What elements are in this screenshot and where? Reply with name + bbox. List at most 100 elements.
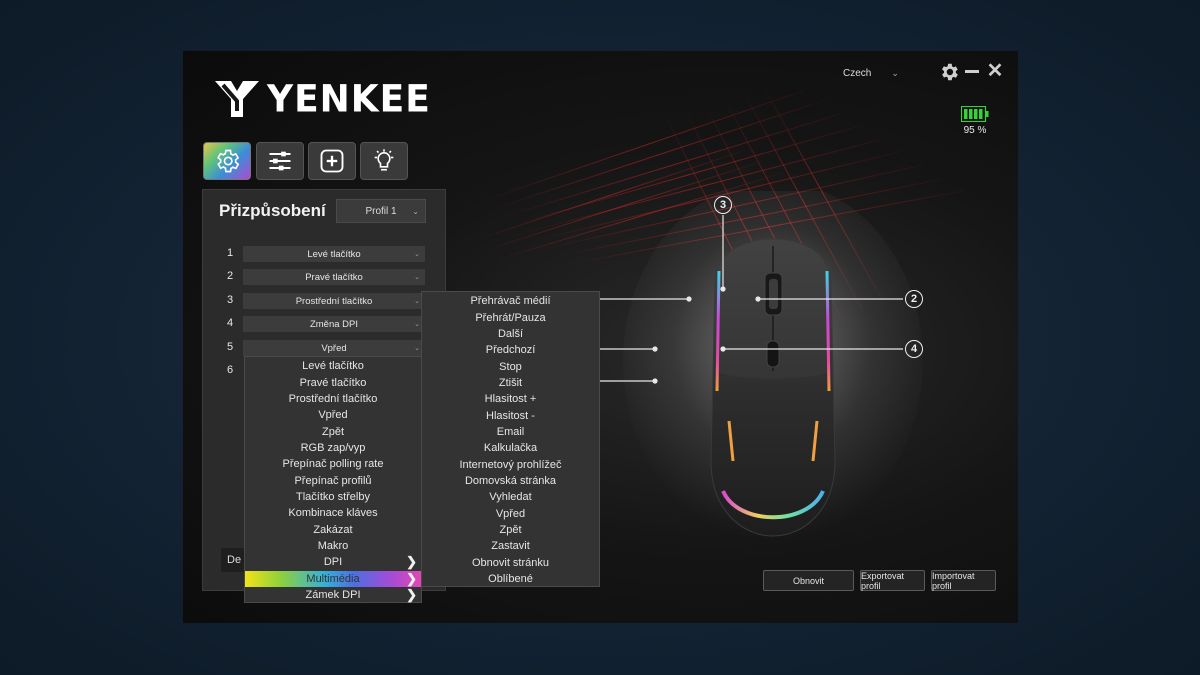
submenu-item[interactable]: Oblíbené <box>422 571 599 587</box>
menu-item-label: Vpřed <box>318 409 348 422</box>
menu-item[interactable]: Multimédia ❯ <box>245 570 421 587</box>
chevron-down-icon: ⌄ <box>891 67 899 78</box>
button-row-1: 1 Levé tlačítko ⌄ <box>203 246 447 262</box>
menu-item[interactable]: Kombinace kláves <box>245 505 421 521</box>
menu-item-label: Zpět <box>321 425 344 438</box>
mouse-image <box>623 191 923 541</box>
menu-item-label: Kombinace kláves <box>288 507 378 520</box>
menu-item-label: Přepínač polling rate <box>282 458 384 471</box>
sliders-icon <box>269 151 291 171</box>
submenu-item[interactable]: Hlasitost - <box>422 407 599 423</box>
submenu-item[interactable]: Hlasitost + <box>422 391 599 407</box>
minimize-icon[interactable] <box>965 70 979 73</box>
button-number: 3 <box>227 294 234 306</box>
menu-item-label: Makro <box>317 540 349 553</box>
submenu-item[interactable]: Ztišit <box>422 375 599 391</box>
button-assign-value: Vpřed <box>321 342 347 354</box>
brand-logo: YENKEE <box>213 77 431 121</box>
submenu-item[interactable]: Zastavit <box>422 538 599 554</box>
chevron-right-icon: ❯ <box>406 570 417 586</box>
function-menu: Levé tlačítko Pravé tlačítko Prostřední tl… <box>244 356 422 603</box>
chevron-down-icon: ⌄ <box>414 298 420 305</box>
chevron-down-icon: ⌄ <box>414 345 420 352</box>
button-assign-select[interactable]: Levé tlačítko ⌄ <box>243 246 425 262</box>
menu-item[interactable]: Přepínač polling rate <box>245 456 421 472</box>
battery-percent: 95 % <box>963 125 987 136</box>
export-profile-button[interactable]: Exportovat profil <box>860 570 925 591</box>
button-number: 4 <box>227 317 234 329</box>
button-assign-select[interactable]: Prostřední tlačítko ⌄ <box>243 293 425 309</box>
tab-macro[interactable] <box>308 142 356 180</box>
chevron-down-icon: ⌄ <box>414 251 420 258</box>
menu-item-label: RGB zap/vyp <box>300 441 366 454</box>
menu-item[interactable]: Prostřední tlačítko <box>245 391 421 407</box>
button-number: 5 <box>227 341 234 353</box>
menu-item[interactable]: RGB zap/vyp <box>245 440 421 456</box>
menu-item[interactable]: Levé tlačítko <box>245 358 421 374</box>
button-assign-value: Levé tlačítko <box>307 248 361 260</box>
submenu-item[interactable]: Předchozí <box>422 342 599 358</box>
button-assign-value: Změna DPI <box>309 318 359 330</box>
import-profile-button[interactable]: Importovat profil <box>931 570 996 591</box>
menu-item-label: DPI <box>323 556 343 569</box>
menu-item[interactable]: Makro <box>245 538 421 554</box>
button-number: 1 <box>227 247 234 259</box>
submenu-item[interactable]: Vyhledat <box>422 489 599 505</box>
menu-item-label: Levé tlačítko <box>302 360 364 373</box>
menu-item[interactable]: Pravé tlačítko <box>245 374 421 390</box>
profile-select[interactable]: Profil 1 ⌄ <box>336 199 426 223</box>
tab-adjust[interactable] <box>256 142 304 180</box>
menu-item[interactable]: DPI ❯ <box>245 554 421 570</box>
menu-item-label: Zakázat <box>313 523 353 536</box>
chevron-down-icon: ⌄ <box>414 321 420 328</box>
button-assign-select[interactable]: Vpřed ⌄ <box>243 340 425 356</box>
tab-settings[interactable] <box>203 142 251 180</box>
submenu-item[interactable]: Obnovit stránku <box>422 555 599 571</box>
button-row-2: 2 Pravé tlačítko ⌄ <box>203 269 447 285</box>
chevron-down-icon: ⌄ <box>414 274 420 281</box>
button-assign-select[interactable]: Pravé tlačítko ⌄ <box>243 269 425 285</box>
battery-icon <box>961 106 989 122</box>
close-icon[interactable]: ✕ <box>986 61 1004 81</box>
menu-item-label: Tlačítko střelby <box>296 490 370 503</box>
submenu-item[interactable]: Přehrát/Pauza <box>422 309 599 325</box>
button-assign-value: Prostřední tlačítko <box>295 295 373 307</box>
button-row-5: 5 Vpřed ⌄ <box>203 340 447 356</box>
menu-item-label: Přepínač profilů <box>294 474 372 487</box>
panel-title: Přizpůsobení <box>219 201 326 220</box>
menu-item[interactable]: Tlačítko střelby <box>245 489 421 505</box>
multimedia-submenu: Přehrávač médií Přehrát/Pauza Další Předcho… <box>421 291 600 587</box>
submenu-item[interactable]: Kalkulačka <box>422 440 599 456</box>
tab-lighting[interactable] <box>360 142 408 180</box>
lightbulb-icon <box>374 149 394 171</box>
menu-item[interactable]: Zpět <box>245 423 421 439</box>
submenu-item[interactable]: Přehrávač médií <box>422 293 599 309</box>
menu-item[interactable]: Vpřed <box>245 407 421 423</box>
submenu-item[interactable]: Internetový prohlížeč <box>422 457 599 473</box>
app-window: YENKEE Czech ⌄ ✕ 95 % Přizpůsobení Profi… <box>183 51 1018 623</box>
submenu-item[interactable]: Zpět <box>422 522 599 538</box>
menu-item[interactable]: Zakázat <box>245 522 421 538</box>
callout-2: 2 <box>905 290 923 308</box>
callout-4: 4 <box>905 340 923 358</box>
menu-item[interactable]: Zámek DPI ❯ <box>245 587 421 603</box>
language-select[interactable]: Czech ⌄ <box>843 63 923 83</box>
settings-gear-icon[interactable] <box>938 61 960 83</box>
submenu-item[interactable]: Další <box>422 326 599 342</box>
submenu-item[interactable]: Email <box>422 424 599 440</box>
submenu-item[interactable]: Vpřed <box>422 506 599 522</box>
chevron-right-icon: ❯ <box>406 587 417 603</box>
menu-item[interactable]: Přepínač profilů <box>245 472 421 488</box>
button-number: 2 <box>227 270 234 282</box>
menu-item-label: Multimédia <box>306 572 360 585</box>
button-number: 6 <box>227 364 234 376</box>
chevron-right-icon: ❯ <box>406 554 417 570</box>
callout-3: 3 <box>714 196 732 214</box>
button-row-4: 4 Změna DPI ⌄ <box>203 316 447 332</box>
button-assign-select[interactable]: Změna DPI ⌄ <box>243 316 425 332</box>
submenu-item[interactable]: Domovská stránka <box>422 473 599 489</box>
menu-item-label: Zámek DPI <box>305 589 361 602</box>
reset-button[interactable]: Obnovit <box>763 570 854 591</box>
yenkee-logo-icon <box>215 81 259 117</box>
submenu-item[interactable]: Stop <box>422 358 599 374</box>
